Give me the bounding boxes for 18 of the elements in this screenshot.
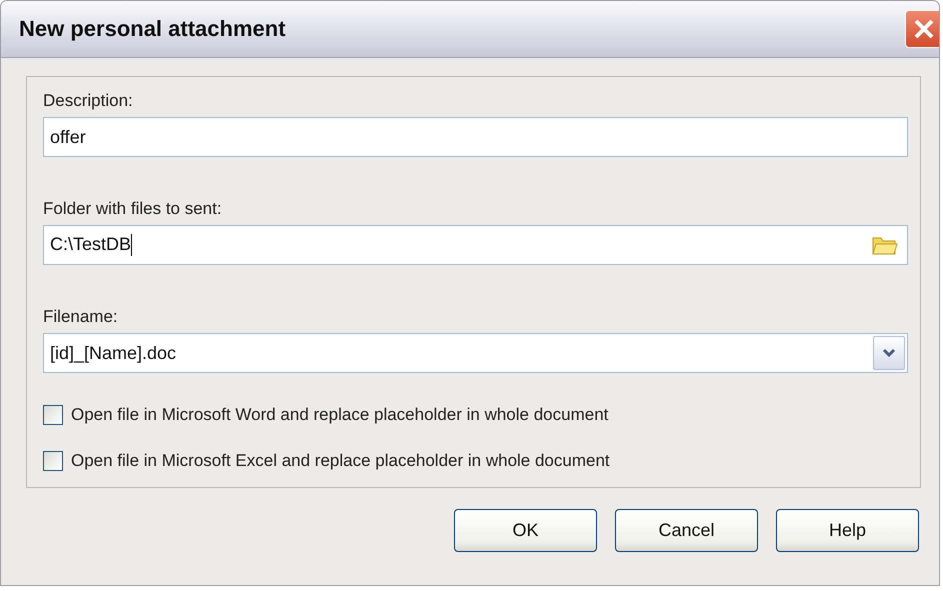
- dialog-button[interactable]: Help: [776, 509, 919, 552]
- filename-combo[interactable]: [id]_[Name].doc: [43, 333, 908, 373]
- checkbox-label: Open file in Microsoft Word and replace placeholder in whole document: [71, 405, 608, 425]
- dialog-button[interactable]: OK: [454, 509, 597, 552]
- field-label: Description:: [43, 91, 134, 111]
- checkbox-label: Open file in Microsoft Excel and replace placeholder in whole document: [71, 451, 610, 471]
- input-field[interactable]: offer: [43, 117, 908, 157]
- field-label: Folder with files to sent:: [43, 199, 223, 219]
- input-field[interactable]: C:\TestDB: [43, 225, 908, 265]
- dialog-button[interactable]: Cancel: [615, 509, 758, 552]
- field-label: Filename:: [43, 307, 119, 327]
- window-title: New personal attachment: [19, 16, 286, 42]
- checkbox[interactable]: [43, 451, 63, 471]
- dropdown-button[interactable]: [873, 336, 905, 370]
- close-button[interactable]: [905, 10, 939, 48]
- checkbox[interactable]: [43, 405, 63, 425]
- close-icon: [912, 17, 936, 41]
- chevron-down-icon: [882, 348, 896, 358]
